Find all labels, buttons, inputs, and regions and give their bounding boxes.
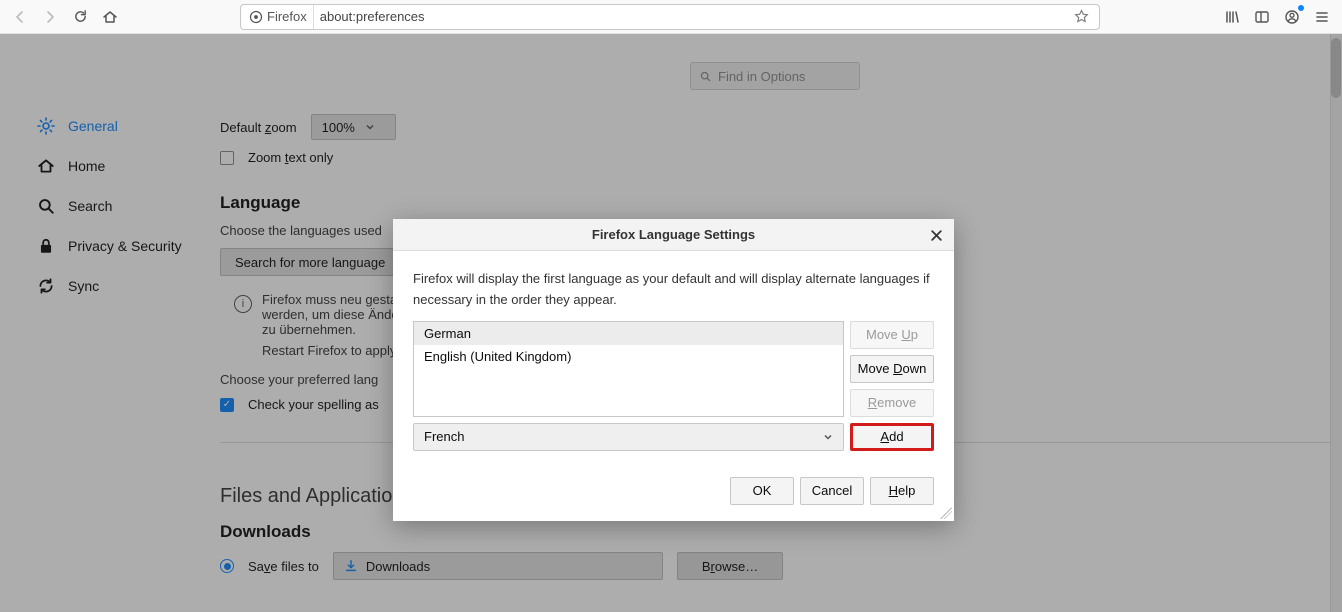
list-item-label: German	[424, 326, 471, 341]
remove-button[interactable]: Remove	[850, 389, 934, 417]
button-label: OK	[753, 483, 772, 498]
button-label: Move Down	[858, 361, 927, 376]
reload-icon	[73, 9, 88, 24]
reload-button[interactable]	[66, 3, 94, 31]
url-bar[interactable]: Firefox	[240, 4, 1100, 30]
account-button[interactable]	[1278, 3, 1306, 31]
button-label: Cancel	[812, 483, 852, 498]
language-select[interactable]: French	[413, 423, 844, 451]
home-icon	[102, 9, 118, 25]
identity-label: Firefox	[267, 9, 307, 24]
library-icon	[1224, 9, 1240, 25]
add-button[interactable]: Add	[850, 423, 934, 451]
dialog-header: Firefox Language Settings	[393, 219, 954, 251]
sidebar-toggle-button[interactable]	[1248, 3, 1276, 31]
dialog-description: Firefox will display the first language …	[413, 269, 934, 311]
list-item[interactable]: English (United Kingdom)	[414, 345, 843, 368]
chevron-down-icon	[823, 432, 833, 442]
url-input[interactable]	[320, 9, 1064, 24]
browser-toolbar: Firefox	[0, 0, 1342, 34]
help-button[interactable]: Help	[870, 477, 934, 505]
dialog-title: Firefox Language Settings	[592, 227, 755, 242]
language-listbox[interactable]: German English (United Kingdom)	[413, 321, 844, 417]
close-icon	[930, 229, 943, 242]
cancel-button[interactable]: Cancel	[800, 477, 864, 505]
resize-grip[interactable]	[940, 507, 952, 519]
star-icon	[1074, 9, 1089, 24]
sidebar-icon	[1254, 9, 1270, 25]
language-select-value: French	[424, 429, 464, 444]
hamburger-icon	[1314, 9, 1330, 25]
app-menu-button[interactable]	[1308, 3, 1336, 31]
back-icon	[12, 9, 28, 25]
firefox-logo-icon	[249, 10, 263, 24]
url-identity[interactable]: Firefox	[247, 5, 314, 29]
button-label: Help	[889, 483, 916, 498]
list-item[interactable]: German	[414, 322, 843, 345]
button-label: Remove	[868, 395, 916, 410]
forward-button[interactable]	[36, 3, 64, 31]
move-down-button[interactable]: Move Down	[850, 355, 934, 383]
button-label: Add	[880, 429, 903, 444]
move-up-button[interactable]: Move Up	[850, 321, 934, 349]
button-label: Move Up	[866, 327, 918, 342]
back-button[interactable]	[6, 3, 34, 31]
bookmark-star-button[interactable]	[1070, 9, 1093, 24]
forward-icon	[42, 9, 58, 25]
account-icon	[1284, 9, 1300, 25]
list-item-label: English (United Kingdom)	[424, 349, 571, 364]
dialog-close-button[interactable]	[924, 223, 948, 247]
library-button[interactable]	[1218, 3, 1246, 31]
language-settings-dialog: Firefox Language Settings Firefox will d…	[393, 219, 954, 521]
home-button[interactable]	[96, 3, 124, 31]
ok-button[interactable]: OK	[730, 477, 794, 505]
